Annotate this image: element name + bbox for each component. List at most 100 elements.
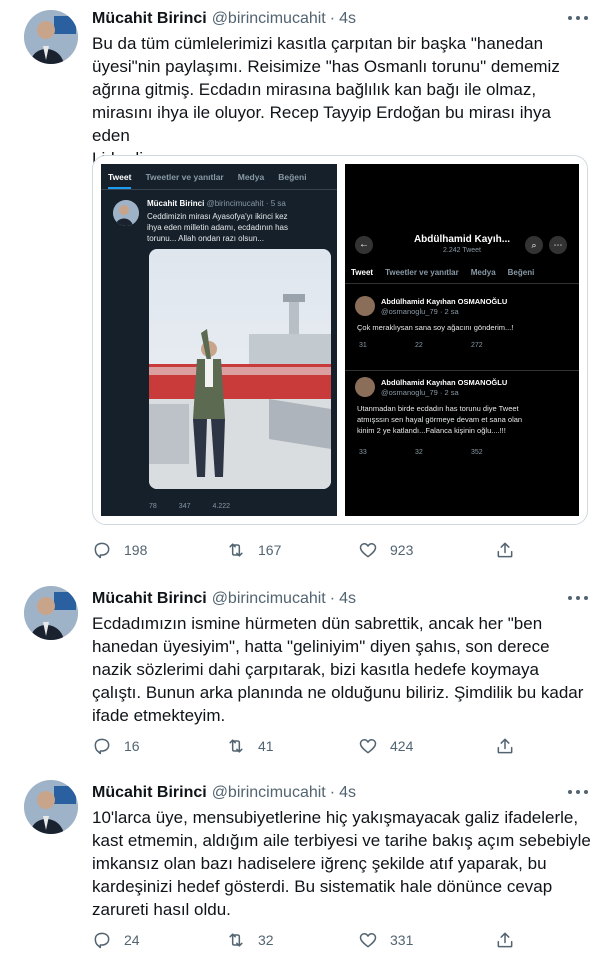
screenshot-post-retweets: 22 <box>415 342 423 349</box>
screenshot-tab: Tweet <box>351 268 374 277</box>
retweet-count: 167 <box>258 542 282 558</box>
tweet-time[interactable]: 4s <box>339 784 356 802</box>
screenshot-post-line: atmışssın sen hayal görmeye devam et san… <box>357 415 523 424</box>
tweet-text: Bu da tüm cümlelerimizi kasıtla çarpıtan… <box>92 32 592 170</box>
tweet-text: 10'larca üye, mensubiyetlerine hiç yakış… <box>92 806 592 921</box>
reply-button[interactable]: 16 <box>92 736 140 756</box>
screenshot-post-line: Çok meraklıysan sana soy ağacını gönderi… <box>357 323 514 332</box>
like-button[interactable]: 923 <box>358 540 413 560</box>
more-options-icon[interactable] <box>568 784 588 800</box>
tweet-text-line: mirasını ihya ile oluyor. Recep Tayyip E… <box>92 103 551 145</box>
screenshot-post-actions: 31 22 272 <box>359 340 527 351</box>
share-button[interactable] <box>495 736 527 756</box>
author-handle[interactable]: @birincimucahit <box>212 10 326 28</box>
screenshot-post-replies: 33 <box>359 449 367 456</box>
screenshot-author-handle: @birincimucahit · 5 sa <box>206 199 286 208</box>
author-name[interactable]: Mücahit Birinci <box>92 784 207 802</box>
tweet-time[interactable]: 4s <box>339 10 356 28</box>
tweet-text-line: Ecdadımızın ismine hürmeten dün sabretti… <box>92 614 543 633</box>
screenshot-text-line: torunu... Allah ondan razı olsun... <box>147 234 264 243</box>
screenshot-post-line: Utanmadan birde ecdadın has torunu diye … <box>357 404 519 413</box>
tweet-text-line: 10'larca üye, mensubiyetlerine hiç yakış… <box>92 808 579 827</box>
screenshot-tab: Medya <box>470 268 496 277</box>
retweet-button[interactable]: 41 <box>226 736 274 756</box>
avatar[interactable] <box>24 780 78 834</box>
screenshot-post-actions: 33 32 352 <box>359 447 527 458</box>
separator-dot: · <box>329 590 336 607</box>
screenshot-avatar <box>113 200 139 226</box>
tweet-text-line: ifade etmekteyim. <box>92 706 226 725</box>
like-count: 424 <box>390 738 414 754</box>
screenshot-post-avatar <box>355 296 375 316</box>
embedded-photo <box>149 249 331 489</box>
reply-icon <box>94 542 110 559</box>
reply-count: 24 <box>124 932 140 948</box>
share-button[interactable] <box>495 540 527 560</box>
tweet-text-line: üyesi"nin paylaşımı. Reisimize "has Osma… <box>92 57 560 76</box>
reply-icon <box>94 738 110 755</box>
separator-dot: · <box>329 10 336 27</box>
retweet-icon <box>229 933 243 947</box>
screenshot-post-handle: @osmanoglu_79 · 2 sa <box>381 388 459 397</box>
author-name[interactable]: Mücahit Birinci <box>92 590 207 608</box>
reply-count: 198 <box>124 542 148 558</box>
screenshot-actions: 78 347 4.222 <box>149 503 230 510</box>
share-icon <box>497 932 513 948</box>
more-icon: ⋯ <box>549 236 567 254</box>
search-icon: ⌕ <box>525 236 543 254</box>
screenshot-tab: Tweetler ve yanıtlar <box>145 171 224 182</box>
media-image-right[interactable]: ← Abdülhamid Kayıh... 2.242 Tweet ⌕ ⋯ Tw… <box>345 164 579 516</box>
reply-count: 16 <box>124 738 140 754</box>
tweet-media[interactable]: Tweet Tweetler ve yanıtlar Medya Beğeni … <box>92 155 588 525</box>
screenshot-post-retweets: 32 <box>415 449 423 456</box>
tweet-actions: 16 41 424 <box>92 736 532 758</box>
tweet-text-line: çalıştı. Bunun arka planında ne olduğunu… <box>92 683 584 702</box>
tweet-text: Ecdadımızın ismine hürmeten dün sabretti… <box>92 612 592 727</box>
reply-button[interactable]: 24 <box>92 930 140 950</box>
screenshot-text-line: ihya eden milletin adamı, ecdadının has <box>147 223 288 232</box>
screenshot-reply-count: 78 <box>149 503 157 510</box>
author-handle[interactable]: @birincimucahit <box>212 784 326 802</box>
retweet-button[interactable]: 32 <box>226 930 274 950</box>
retweet-count: 32 <box>258 932 274 948</box>
tweet-text-line: Bu da tüm cümlelerimizi kasıtla çarpıtan… <box>92 34 544 53</box>
like-count: 331 <box>390 932 414 948</box>
tweet-time[interactable]: 4s <box>339 590 356 608</box>
like-button[interactable]: 331 <box>358 930 413 950</box>
media-image-left[interactable]: Tweet Tweetler ve yanıtlar Medya Beğeni … <box>101 164 337 516</box>
screenshot-tab: Tweetler ve yanıtlar <box>385 268 459 277</box>
tweet-text-line: ağrına gitmiş. Ecdadın mirasına bağlılık… <box>92 80 537 99</box>
heart-icon <box>359 739 377 754</box>
retweet-icon <box>229 543 243 557</box>
screenshot-post-likes: 352 <box>471 449 483 456</box>
screenshot-like-count: 4.222 <box>212 503 231 510</box>
tweet-text-line: kardeşinizi hedef gösterdi. Bu sistemati… <box>92 877 553 896</box>
share-button[interactable] <box>495 930 527 950</box>
more-options-icon[interactable] <box>568 10 588 26</box>
separator-dot: · <box>329 784 336 801</box>
more-options-icon[interactable] <box>568 590 588 606</box>
screenshot-profile-name: Abdülhamid Kayıh... <box>413 234 511 245</box>
reply-button[interactable]: 198 <box>92 540 147 560</box>
author-handle[interactable]: @birincimucahit <box>212 590 326 608</box>
tweet-actions: 198 167 923 <box>92 540 532 562</box>
screenshot-post-text: Utanmadan birde ecdadın has torunu diye … <box>357 403 567 436</box>
tweet-actions: 24 32 331 <box>92 930 532 952</box>
screenshot-profile-header: ← Abdülhamid Kayıh... 2.242 Tweet ⌕ ⋯ <box>345 228 579 262</box>
tweet-text-line: zarureti hasıl oldu. <box>92 900 231 919</box>
avatar[interactable] <box>24 10 78 64</box>
retweet-count: 41 <box>258 738 274 754</box>
screenshot-retweet-count: 347 <box>178 503 191 510</box>
screenshot-tweet-text: Ceddimizin mirası Ayasofya'yı ikinci kez… <box>147 211 329 244</box>
screenshot-tweet: Mücahit Birinci @birincimucahit · 5 sa C… <box>101 190 337 244</box>
avatar[interactable] <box>24 586 78 640</box>
retweet-button[interactable]: 167 <box>226 540 281 560</box>
screenshot-post-avatar <box>355 377 375 397</box>
like-button[interactable]: 424 <box>358 736 413 756</box>
author-name[interactable]: Mücahit Birinci <box>92 10 207 28</box>
screenshot-tab: Medya <box>237 171 265 182</box>
share-icon <box>497 542 513 558</box>
screenshot-post: Abdülhamid Kayıhan OSMANOĞLU @osmanoglu_… <box>345 370 579 470</box>
heart-icon <box>359 543 377 558</box>
screenshot-post-text: Çok meraklıysan sana soy ağacını gönderi… <box>357 322 567 333</box>
